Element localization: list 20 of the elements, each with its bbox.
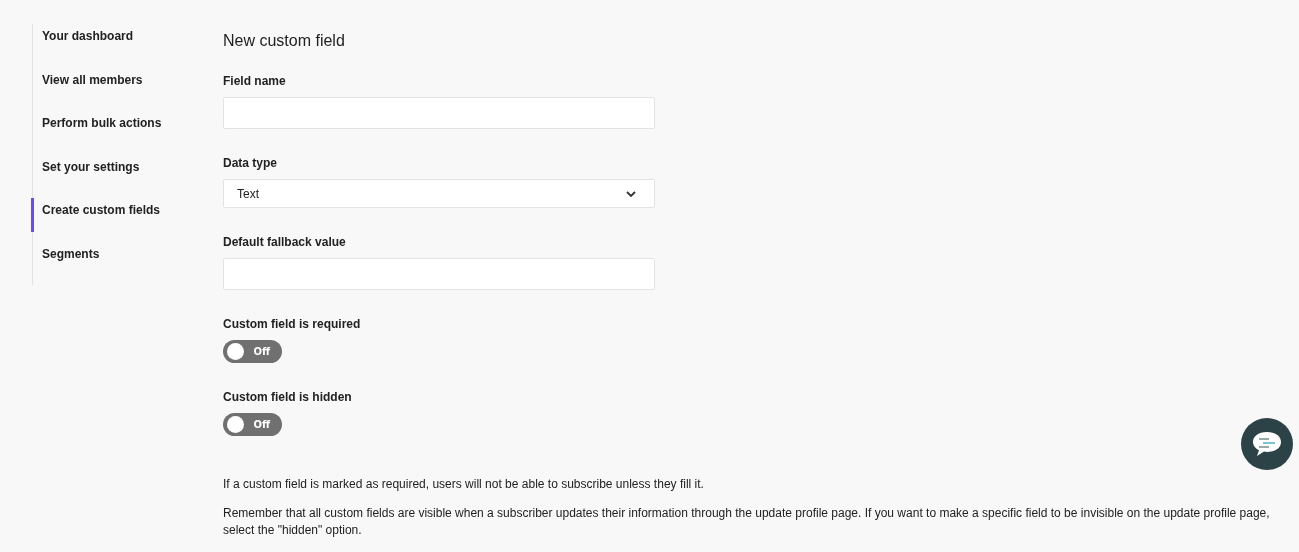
help-text: If a custom field is marked as required, users will not be able to subscribe unless they fill it. bbox=[223, 476, 705, 493]
field-label: Data type bbox=[223, 156, 279, 170]
sidebar-item[interactable]: Your dashboard bbox=[31, 24, 223, 58]
dropdown[interactable]: Text bbox=[223, 179, 655, 208]
sidebar-item[interactable]: View all members bbox=[31, 67, 223, 101]
field-label: Custom field is required bbox=[223, 317, 362, 331]
field-label: Default fallback value bbox=[223, 235, 347, 249]
toggle-switch[interactable]: Off bbox=[223, 413, 282, 436]
field-label: Custom field is hidden bbox=[223, 390, 353, 404]
sidebar-item[interactable]: Segments bbox=[31, 241, 223, 275]
help-text: Remember that all custom fields are visible when a subscriber updates their information through the update profile page. If you want to make a specific field to be invisible on the update profile page, select the "hidden" option. bbox=[223, 505, 1271, 539]
page-title: New custom field bbox=[223, 32, 346, 50]
input-field[interactable] bbox=[223, 258, 655, 290]
sidebar-item[interactable]: Perform bulk actions bbox=[31, 111, 223, 145]
chevron-down-icon bbox=[626, 190, 636, 197]
chat-bubble-icon[interactable] bbox=[1241, 418, 1293, 470]
toggle-switch[interactable]: Off bbox=[223, 340, 282, 363]
sidebar-item[interactable]: Set your settings bbox=[31, 154, 223, 188]
input-field[interactable] bbox=[223, 97, 655, 129]
field-label: Field name bbox=[223, 74, 287, 88]
